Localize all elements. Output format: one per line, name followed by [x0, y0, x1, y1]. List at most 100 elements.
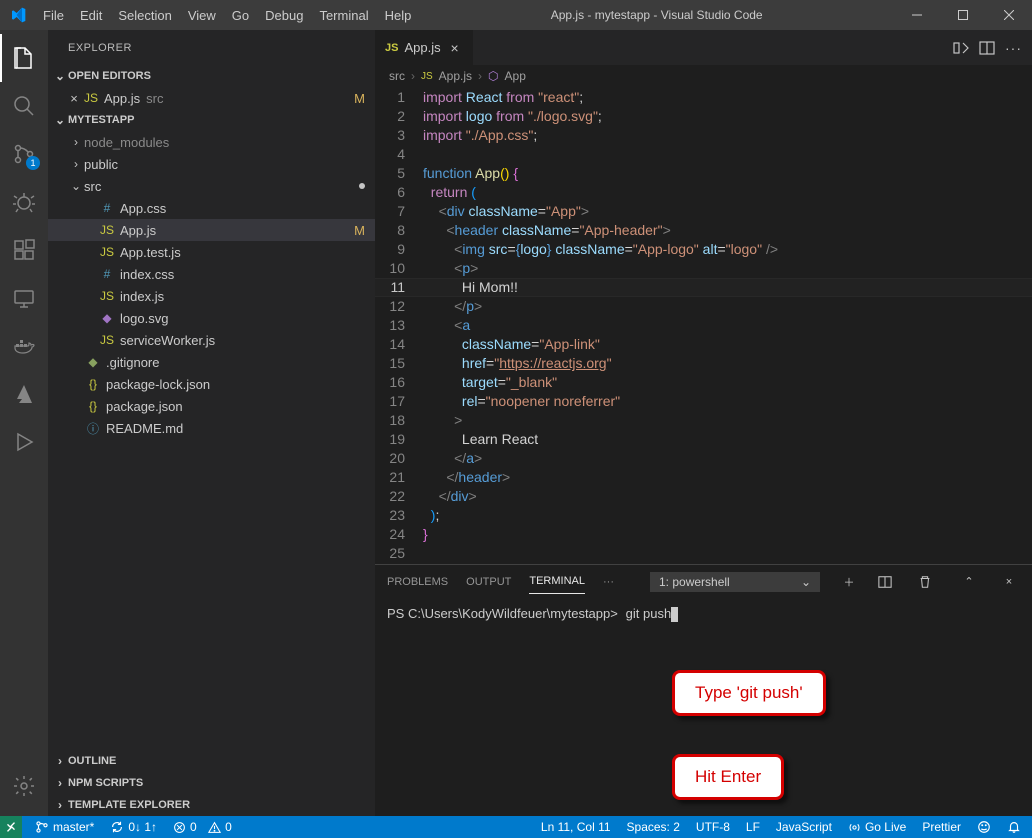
menu-edit[interactable]: Edit — [72, 0, 110, 30]
svg-icon: ◆ — [98, 311, 116, 325]
activity-remote-icon[interactable] — [0, 274, 48, 322]
project-header[interactable]: ⌄MYTESTAPP — [48, 109, 375, 131]
menu-selection[interactable]: Selection — [110, 0, 179, 30]
menu-file[interactable]: File — [35, 0, 72, 30]
golive-status[interactable]: Go Live — [845, 820, 909, 834]
panel-tab-more[interactable]: ··· — [603, 570, 614, 594]
activity-source-control-icon[interactable]: 1 — [0, 130, 48, 178]
prettier-status[interactable]: Prettier — [919, 820, 964, 834]
git-branch[interactable]: master* — [32, 820, 97, 834]
annotation-callout: Hit Enter — [672, 754, 784, 800]
tree-item-label: index.js — [120, 289, 375, 304]
split-editor-icon[interactable] — [979, 40, 995, 56]
scm-badge: 1 — [26, 156, 40, 170]
encoding-status[interactable]: UTF-8 — [693, 820, 733, 834]
file-row[interactable]: ◆logo.svg — [48, 307, 375, 329]
language-status[interactable]: JavaScript — [773, 820, 835, 834]
file-row[interactable]: #index.css — [48, 263, 375, 285]
menu-debug[interactable]: Debug — [257, 0, 311, 30]
tab-close-icon[interactable]: × — [447, 40, 463, 56]
activity-azure-icon[interactable] — [0, 370, 48, 418]
folder-row[interactable]: ›node_modules — [48, 131, 375, 153]
git-icon: ◆ — [84, 355, 102, 369]
close-panel-icon[interactable]: × — [998, 576, 1020, 588]
chevron-down-icon: ⌄ — [68, 179, 84, 193]
tree-item-label: App.js — [120, 223, 375, 238]
maximize-panel-icon[interactable]: ⌃ — [958, 575, 980, 588]
remote-indicator[interactable] — [0, 816, 22, 838]
editor-tabs: JS App.js × ··· — [375, 30, 1032, 65]
folder-row[interactable]: ›public — [48, 153, 375, 175]
new-terminal-icon[interactable]: ＋ — [838, 574, 860, 590]
code-content[interactable]: import React from "react";import logo fr… — [423, 87, 1032, 564]
feedback-icon[interactable] — [974, 820, 994, 834]
folder-row[interactable]: ⌄src — [48, 175, 375, 197]
terminal-command: git push — [626, 606, 672, 621]
file-tree: ›node_modules›public⌄src#App.cssJSApp.js… — [48, 131, 375, 750]
tree-item-label: serviceWorker.js — [120, 333, 375, 348]
cursor-position[interactable]: Ln 11, Col 11 — [538, 820, 614, 834]
section-outline[interactable]: ›OUTLINE — [48, 750, 375, 772]
vscode-logo-icon — [0, 7, 35, 23]
section-template-explorer[interactable]: ›TEMPLATE EXPLORER — [48, 794, 375, 816]
activity-bar: 1 — [0, 30, 48, 816]
css-icon: # — [98, 201, 116, 215]
tree-item-label: package-lock.json — [106, 377, 375, 392]
open-editor-item[interactable]: × JS App.js src M — [48, 87, 375, 109]
minimap[interactable] — [948, 89, 1018, 179]
breadcrumb[interactable]: src› JSApp.js› ⬡App — [375, 65, 1032, 87]
notifications-icon[interactable] — [1004, 820, 1024, 834]
panel-tab-terminal[interactable]: TERMINAL — [529, 569, 585, 594]
indentation-status[interactable]: Spaces: 2 — [624, 820, 683, 834]
tree-item-label: README.md — [106, 421, 375, 436]
activity-docker-icon[interactable] — [0, 322, 48, 370]
file-row[interactable]: {}package.json — [48, 395, 375, 417]
menu-go[interactable]: Go — [224, 0, 257, 30]
chevron-right-icon: › — [68, 157, 84, 171]
file-row[interactable]: #App.css — [48, 197, 375, 219]
menu-terminal[interactable]: Terminal — [311, 0, 376, 30]
open-editor-name: App.js — [104, 91, 140, 106]
activity-settings-icon[interactable] — [0, 762, 48, 810]
tab-appjs[interactable]: JS App.js × — [375, 30, 474, 65]
file-row[interactable]: ⓘREADME.md — [48, 417, 375, 439]
git-sync[interactable]: 0↓ 1↑ — [107, 820, 160, 834]
activity-explorer-icon[interactable] — [0, 34, 48, 82]
tree-item-label: src — [84, 179, 375, 194]
code-editor[interactable]: 1234567891011121314151617181920212223242… — [375, 87, 1032, 564]
activity-extensions-icon[interactable] — [0, 226, 48, 274]
window-maximize-button[interactable] — [940, 0, 986, 30]
panel-tab-problems[interactable]: PROBLEMS — [387, 570, 448, 594]
modified-indicator: M — [354, 223, 365, 238]
file-row[interactable]: JSindex.js — [48, 285, 375, 307]
activity-search-icon[interactable] — [0, 82, 48, 130]
open-editor-folder: src — [146, 91, 163, 106]
more-actions-icon[interactable]: ··· — [1005, 40, 1022, 56]
file-row[interactable]: JS App.jsM — [48, 219, 375, 241]
file-row[interactable]: JSApp.test.js — [48, 241, 375, 263]
activity-run-icon[interactable] — [0, 418, 48, 466]
eol-status[interactable]: LF — [743, 820, 763, 834]
vertical-scrollbar[interactable] — [1018, 87, 1032, 564]
split-terminal-icon[interactable] — [878, 575, 900, 589]
file-row[interactable]: JSserviceWorker.js — [48, 329, 375, 351]
menu-help[interactable]: Help — [377, 0, 420, 30]
panel-tab-output[interactable]: OUTPUT — [466, 570, 511, 594]
modified-indicator: M — [354, 91, 365, 106]
file-row[interactable]: ◆.gitignore — [48, 351, 375, 373]
dirty-dot-icon — [359, 183, 365, 189]
kill-terminal-icon[interactable] — [918, 575, 940, 589]
problems-status[interactable]: 0 0 — [170, 820, 235, 834]
window-minimize-button[interactable] — [894, 0, 940, 30]
window-close-button[interactable] — [986, 0, 1032, 30]
open-editors-header[interactable]: ⌄OPEN EDITORS — [48, 65, 375, 87]
compare-changes-icon[interactable] — [953, 40, 969, 56]
file-row[interactable]: {}package-lock.json — [48, 373, 375, 395]
close-icon[interactable]: × — [66, 91, 82, 106]
terminal-selector[interactable]: 1: powershell⌄ — [650, 572, 820, 592]
chevron-right-icon: › — [68, 135, 84, 149]
activity-debug-icon[interactable] — [0, 178, 48, 226]
menu-view[interactable]: View — [180, 0, 224, 30]
js-icon: JS — [98, 223, 116, 237]
section-npm-scripts[interactable]: ›NPM SCRIPTS — [48, 772, 375, 794]
